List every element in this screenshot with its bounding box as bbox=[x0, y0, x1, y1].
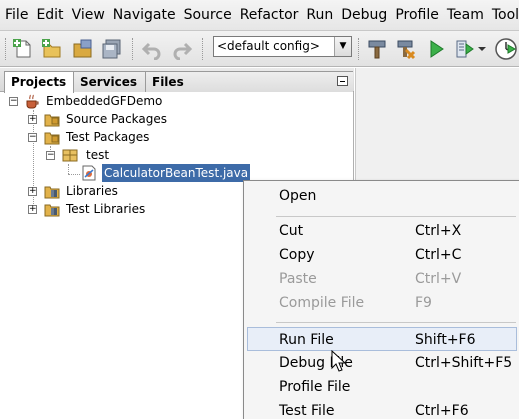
config-dropdown-value: <default config> bbox=[217, 39, 320, 53]
menu-view[interactable]: View bbox=[69, 0, 110, 31]
collapse-toggle[interactable]: − bbox=[28, 133, 37, 142]
menu-separator bbox=[276, 322, 516, 323]
clean-build-icon[interactable] bbox=[392, 36, 418, 62]
expand-toggle[interactable]: + bbox=[28, 205, 37, 214]
undo-icon[interactable] bbox=[139, 36, 165, 62]
tree-node-test-packages[interactable]: Test Packages bbox=[64, 128, 151, 146]
profile-icon[interactable] bbox=[493, 36, 519, 62]
pane-tabs: Projects✕ Services Files bbox=[0, 68, 354, 93]
libraries-icon bbox=[44, 201, 60, 217]
tab-projects[interactable]: Projects✕ bbox=[4, 71, 81, 93]
menu-item-paste: Paste Ctrl+V bbox=[279, 271, 462, 287]
tree-node-libraries[interactable]: Libraries bbox=[64, 182, 120, 200]
collapse-toggle[interactable]: − bbox=[46, 151, 55, 160]
new-file-icon[interactable] bbox=[10, 36, 36, 62]
tab-services-label: Services bbox=[80, 75, 138, 89]
menu-refactor[interactable]: Refactor bbox=[237, 0, 304, 31]
chevron-down-icon[interactable] bbox=[476, 36, 488, 62]
toolbar-separator bbox=[358, 38, 360, 60]
build-icon[interactable] bbox=[364, 36, 390, 62]
tab-projects-label: Projects bbox=[11, 75, 67, 89]
expand-toggle[interactable]: + bbox=[28, 115, 37, 124]
menu-tools[interactable]: Tools bbox=[489, 0, 519, 31]
expand-toggle[interactable]: + bbox=[28, 187, 37, 196]
debug-icon[interactable] bbox=[452, 36, 478, 62]
tab-services[interactable]: Services bbox=[73, 71, 146, 92]
chevron-down-icon[interactable]: ▼ bbox=[334, 37, 351, 56]
java-project-icon bbox=[24, 93, 40, 109]
menu-item-compile-file: Compile File F9 bbox=[279, 295, 432, 311]
tree-node-source-packages[interactable]: Source Packages bbox=[64, 110, 169, 128]
menu-source[interactable]: Source bbox=[181, 0, 237, 31]
menu-item-test-file[interactable]: Test File Ctrl+F6 bbox=[247, 399, 517, 419]
tree-line bbox=[68, 174, 80, 175]
menu-item-cut[interactable]: Cut Ctrl+X bbox=[247, 219, 517, 243]
menu-item-run-file[interactable]: Run File Shift+F6 bbox=[247, 327, 517, 351]
libraries-icon bbox=[44, 183, 60, 199]
toolbar-separator bbox=[5, 38, 7, 60]
menu-file[interactable]: File bbox=[2, 0, 33, 31]
menu-edit[interactable]: Edit bbox=[33, 0, 68, 31]
tree-node-test-package[interactable]: test bbox=[84, 146, 111, 164]
tree-line bbox=[68, 164, 69, 174]
menu-run[interactable]: Run bbox=[303, 0, 338, 31]
menu-item-open[interactable]: Open bbox=[247, 184, 517, 208]
save-all-icon[interactable] bbox=[99, 36, 125, 62]
tab-files-label: Files bbox=[152, 75, 184, 89]
context-menu: Open Cut Ctrl+X Copy Ctrl+C Paste Ctrl+V… bbox=[243, 180, 519, 419]
menu-bar: File Edit View Navigate Source Refactor … bbox=[0, 0, 519, 31]
menu-profile[interactable]: Profile bbox=[392, 0, 444, 31]
menu-debug[interactable]: Debug bbox=[338, 0, 392, 31]
java-test-file-icon bbox=[81, 165, 97, 181]
mouse-pointer-icon bbox=[331, 349, 347, 374]
redo-icon[interactable] bbox=[169, 36, 195, 62]
package-folder-icon bbox=[44, 111, 60, 127]
menu-separator bbox=[276, 216, 516, 217]
run-icon[interactable] bbox=[423, 36, 449, 62]
config-dropdown[interactable]: <default config> ▼ bbox=[213, 36, 352, 57]
new-project-icon[interactable] bbox=[39, 36, 65, 62]
menu-item-copy[interactable]: Copy Ctrl+C bbox=[247, 243, 517, 267]
menu-item-profile-file[interactable]: Profile File bbox=[247, 375, 517, 399]
minimize-icon[interactable] bbox=[337, 76, 348, 86]
menu-navigate[interactable]: Navigate bbox=[110, 0, 181, 31]
tree-node-test-file[interactable]: CalculatorBeanTest.java bbox=[102, 164, 251, 182]
menu-team[interactable]: Team bbox=[444, 0, 489, 31]
open-project-icon[interactable] bbox=[70, 36, 96, 62]
menu-item-debug-file[interactable]: Debug File Ctrl+Shift+F5 bbox=[247, 351, 517, 375]
tree-node-test-libraries[interactable]: Test Libraries bbox=[64, 200, 147, 218]
package-icon bbox=[62, 147, 78, 163]
package-folder-icon bbox=[44, 129, 60, 145]
tab-files[interactable]: Files bbox=[145, 71, 353, 92]
collapse-toggle[interactable]: − bbox=[9, 97, 18, 106]
toolbar-separator bbox=[132, 38, 134, 60]
toolbar-separator bbox=[202, 38, 204, 60]
tree-node-project[interactable]: EmbeddedGFDemo bbox=[44, 92, 164, 110]
